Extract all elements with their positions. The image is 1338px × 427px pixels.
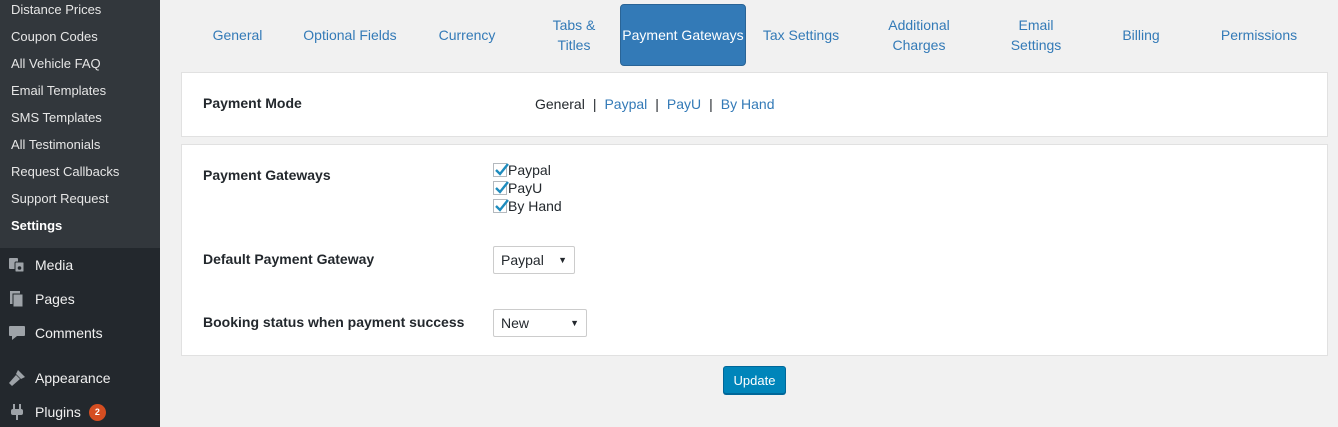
payment-mode-link-payu[interactable]: PayU xyxy=(667,96,701,112)
default-gateway-value: Paypal xyxy=(501,252,544,268)
menu-item-pages[interactable]: Pages xyxy=(0,284,160,314)
submenu-item-testimonials[interactable]: All Testimonials xyxy=(11,136,100,154)
menu-item-appearance[interactable]: Appearance xyxy=(0,363,160,393)
by-hand-checkbox[interactable] xyxy=(493,199,509,213)
appearance-icon xyxy=(7,368,27,388)
media-icon xyxy=(7,255,27,275)
dropdown-arrow-icon: ▼ xyxy=(558,255,567,265)
submenu-item-sms-templates[interactable]: SMS Templates xyxy=(11,109,102,127)
menu-item-label: Comments xyxy=(35,325,103,341)
menu-item-plugins[interactable]: Plugins 2 xyxy=(0,397,160,427)
submenu-item-coupon-codes[interactable]: Coupon Codes xyxy=(11,28,98,46)
payment-gateways-label: Payment Gateways xyxy=(203,167,331,183)
payment-mode-links: General | Paypal | PayU | By Hand xyxy=(535,96,774,112)
submenu-item-request-callbacks[interactable]: Request Callbacks xyxy=(11,163,119,181)
gateway-option-label: PayU xyxy=(508,180,543,196)
dropdown-arrow-icon: ▼ xyxy=(570,318,579,328)
plugins-update-badge: 2 xyxy=(88,403,106,421)
checkmark-icon xyxy=(495,181,509,194)
payment-mode-link-paypal[interactable]: Paypal xyxy=(604,96,647,112)
gateway-option-paypal[interactable]: Paypal xyxy=(493,162,551,178)
tab-tax-settings[interactable]: Tax Settings xyxy=(756,4,846,66)
menu-item-media[interactable]: Media xyxy=(0,250,160,280)
submenu-item-support-request[interactable]: Support Request xyxy=(11,190,109,208)
default-gateway-select[interactable]: Paypal ▼ xyxy=(493,246,575,274)
checkmark-icon xyxy=(495,163,509,176)
paypal-checkbox[interactable] xyxy=(493,163,509,177)
payment-mode-link-by-hand[interactable]: By Hand xyxy=(721,96,775,112)
submenu-item-email-templates[interactable]: Email Templates xyxy=(11,82,106,100)
gateway-option-payu[interactable]: PayU xyxy=(493,180,542,196)
submenu-item-vehicle-faq[interactable]: All Vehicle FAQ xyxy=(11,55,101,73)
gateway-option-by-hand[interactable]: By Hand xyxy=(493,198,562,214)
checkmark-icon xyxy=(495,199,509,212)
payment-settings-panel: Payment Gateways Paypal PayU By Hand Def… xyxy=(181,144,1328,356)
menu-item-comments[interactable]: Comments xyxy=(0,318,160,348)
menu-item-label: Plugins xyxy=(35,404,81,420)
tab-email-settings[interactable]: Email Settings xyxy=(996,4,1076,66)
menu-item-label: Appearance xyxy=(35,370,111,386)
submenu-item-distance-prices[interactable]: Distance Prices xyxy=(11,1,101,19)
gateway-option-label: By Hand xyxy=(508,198,562,214)
tab-payment-gateways[interactable]: Payment Gateways xyxy=(620,4,746,66)
default-gateway-label: Default Payment Gateway xyxy=(203,251,375,267)
tab-optional-fields[interactable]: Optional Fields xyxy=(300,4,400,66)
admin-sidebar: Distance Prices Coupon Codes All Vehicle… xyxy=(0,0,160,427)
menu-item-label: Media xyxy=(35,257,74,273)
separator: | xyxy=(592,96,597,112)
payment-mode-label: Payment Mode xyxy=(203,95,302,111)
booking-status-value: New xyxy=(501,315,530,331)
payu-checkbox[interactable] xyxy=(493,181,509,195)
tab-permissions[interactable]: Permissions xyxy=(1210,4,1308,66)
menu-item-label: Pages xyxy=(35,291,75,307)
tab-currency[interactable]: Currency xyxy=(420,4,514,66)
plugins-icon xyxy=(7,402,27,422)
submenu-item-settings[interactable]: Settings xyxy=(11,217,62,235)
settings-submenu: Distance Prices Coupon Codes All Vehicle… xyxy=(0,0,160,248)
payment-mode-current: General xyxy=(535,96,585,112)
tab-general[interactable]: General xyxy=(190,4,285,66)
separator: | xyxy=(709,96,713,112)
tab-additional-charges[interactable]: Additional Charges xyxy=(874,4,964,66)
pages-icon xyxy=(7,289,27,309)
payment-mode-panel: Payment Mode General | Paypal | PayU | By Hand xyxy=(181,72,1328,137)
comments-icon xyxy=(7,323,27,343)
tab-tabs-titles[interactable]: Tabs & Titles xyxy=(535,4,613,66)
separator: | xyxy=(655,96,659,112)
gateway-option-label: Paypal xyxy=(508,162,551,178)
update-button[interactable]: Update xyxy=(723,366,786,394)
booking-status-select[interactable]: New ▼ xyxy=(493,309,587,337)
booking-status-label: Booking status when payment success xyxy=(203,314,465,330)
tab-billing[interactable]: Billing xyxy=(1106,4,1176,66)
